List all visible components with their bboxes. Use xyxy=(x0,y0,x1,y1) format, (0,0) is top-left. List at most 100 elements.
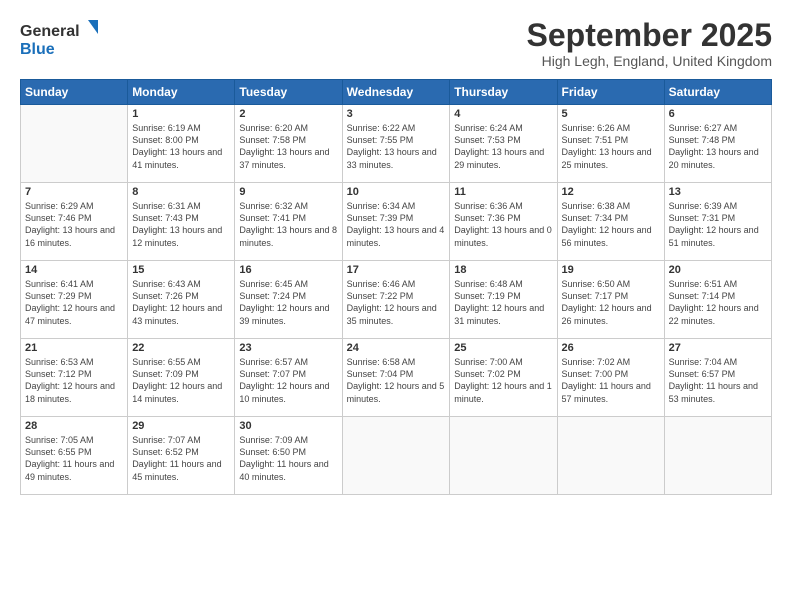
header: General Blue September 2025 High Legh, E… xyxy=(20,18,772,69)
cell-w2-d7: 13Sunrise: 6:39 AM Sunset: 7:31 PM Dayli… xyxy=(664,183,771,261)
day-info: Sunrise: 7:09 AM Sunset: 6:50 PM Dayligh… xyxy=(239,434,337,483)
day-number: 1 xyxy=(132,108,230,120)
week-row-3: 14Sunrise: 6:41 AM Sunset: 7:29 PM Dayli… xyxy=(21,261,772,339)
title-block: September 2025 High Legh, England, Unite… xyxy=(527,18,772,69)
day-number: 15 xyxy=(132,264,230,276)
cell-w1-d4: 3Sunrise: 6:22 AM Sunset: 7:55 PM Daylig… xyxy=(342,105,450,183)
calendar-table: Sunday Monday Tuesday Wednesday Thursday… xyxy=(20,79,772,495)
cell-w1-d7: 6 Sunrise: 6:27 AM Sunset: 7:48 PM Daylig… xyxy=(664,105,771,183)
cell-w3-d4: 17 Sunrise: 6:46 AM Sunset: 7:22 PM Dayli… xyxy=(342,261,450,339)
day-number: 22 xyxy=(132,342,230,354)
logo: General Blue xyxy=(20,18,100,58)
day-info: Sunrise: 6:55 AM Sunset: 7:09 PM Dayligh… xyxy=(132,356,230,405)
day-info: Sunrise: 6:31 AM Sunset: 7:43 PM Dayligh… xyxy=(132,200,230,249)
day-number: 6 xyxy=(669,108,767,120)
week-row-5: 28 Sunrise: 7:05 AM Sunset: 6:55 PM Dayli… xyxy=(21,417,772,495)
cell-w5-d6 xyxy=(557,417,664,495)
col-saturday: Saturday xyxy=(664,80,771,105)
day-info: Sunrise: 6:27 AM Sunset: 7:48 PM Dayligh… xyxy=(669,122,767,171)
day-info: Sunrise: 6:19 AM Sunset: 8:00 PM Dayligh… xyxy=(132,122,230,171)
day-info: Sunrise: 6:50 AM Sunset: 7:17 PM Dayligh… xyxy=(562,278,660,327)
day-info: Sunrise: 7:00 AM Sunset: 7:02 PM Dayligh… xyxy=(454,356,552,405)
day-number: 26 xyxy=(562,342,660,354)
col-thursday: Thursday xyxy=(450,80,557,105)
week-row-1: 1 Sunrise: 6:19 AM Sunset: 8:00 PM Daylig… xyxy=(21,105,772,183)
col-tuesday: Tuesday xyxy=(235,80,342,105)
cell-w3-d6: 19 Sunrise: 6:50 AM Sunset: 7:17 PM Dayli… xyxy=(557,261,664,339)
day-number: 5 xyxy=(562,108,660,120)
day-info: Sunrise: 7:02 AM Sunset: 7:00 PM Dayligh… xyxy=(562,356,660,405)
day-number: 16 xyxy=(239,264,337,276)
day-info: Sunrise: 6:34 AM Sunset: 7:39 PM Dayligh… xyxy=(347,200,446,249)
logo-svg: General Blue xyxy=(20,18,100,58)
cell-w3-d2: 15Sunrise: 6:43 AM Sunset: 7:26 PM Dayli… xyxy=(128,261,235,339)
cell-w2-d2: 8Sunrise: 6:31 AM Sunset: 7:43 PM Daylig… xyxy=(128,183,235,261)
day-number: 12 xyxy=(562,186,660,198)
day-number: 9 xyxy=(239,186,337,198)
day-number: 23 xyxy=(239,342,337,354)
day-number: 25 xyxy=(454,342,552,354)
day-info: Sunrise: 6:38 AM Sunset: 7:34 PM Dayligh… xyxy=(562,200,660,249)
cell-w1-d6: 5 Sunrise: 6:26 AM Sunset: 7:51 PM Daylig… xyxy=(557,105,664,183)
day-number: 29 xyxy=(132,420,230,432)
day-number: 17 xyxy=(347,264,446,276)
day-info: Sunrise: 7:05 AM Sunset: 6:55 PM Dayligh… xyxy=(25,434,123,483)
day-number: 7 xyxy=(25,186,123,198)
day-number: 30 xyxy=(239,420,337,432)
cell-w4-d2: 22 Sunrise: 6:55 AM Sunset: 7:09 PM Dayli… xyxy=(128,339,235,417)
week-row-2: 7 Sunrise: 6:29 AM Sunset: 7:46 PM Daylig… xyxy=(21,183,772,261)
cell-w5-d2: 29 Sunrise: 7:07 AM Sunset: 6:52 PM Dayli… xyxy=(128,417,235,495)
cell-w4-d4: 24 Sunrise: 6:58 AM Sunset: 7:04 PM Dayli… xyxy=(342,339,450,417)
day-number: 24 xyxy=(347,342,446,354)
calendar-page: General Blue September 2025 High Legh, E… xyxy=(0,0,792,612)
day-number: 27 xyxy=(669,342,767,354)
day-number: 3 xyxy=(347,108,446,120)
day-info: Sunrise: 6:29 AM Sunset: 7:46 PM Dayligh… xyxy=(25,200,123,249)
col-wednesday: Wednesday xyxy=(342,80,450,105)
day-number: 11 xyxy=(454,186,552,198)
cell-w1-d3: 2Sunrise: 6:20 AM Sunset: 7:58 PM Daylig… xyxy=(235,105,342,183)
day-info: Sunrise: 7:07 AM Sunset: 6:52 PM Dayligh… xyxy=(132,434,230,483)
cell-w1-d2: 1 Sunrise: 6:19 AM Sunset: 8:00 PM Daylig… xyxy=(128,105,235,183)
cell-w5-d4 xyxy=(342,417,450,495)
cell-w2-d1: 7 Sunrise: 6:29 AM Sunset: 7:46 PM Daylig… xyxy=(21,183,128,261)
day-info: Sunrise: 6:45 AM Sunset: 7:24 PM Dayligh… xyxy=(239,278,337,327)
day-info: Sunrise: 6:51 AM Sunset: 7:14 PM Dayligh… xyxy=(669,278,767,327)
day-number: 28 xyxy=(25,420,123,432)
col-monday: Monday xyxy=(128,80,235,105)
day-number: 18 xyxy=(454,264,552,276)
day-number: 21 xyxy=(25,342,123,354)
cell-w5-d1: 28 Sunrise: 7:05 AM Sunset: 6:55 PM Dayli… xyxy=(21,417,128,495)
cell-w1-d1 xyxy=(21,105,128,183)
cell-w2-d4: 10 Sunrise: 6:34 AM Sunset: 7:39 PM Dayli… xyxy=(342,183,450,261)
cell-w2-d5: 11 Sunrise: 6:36 AM Sunset: 7:36 PM Dayli… xyxy=(450,183,557,261)
cell-w4-d3: 23 Sunrise: 6:57 AM Sunset: 7:07 PM Dayli… xyxy=(235,339,342,417)
cell-w3-d1: 14Sunrise: 6:41 AM Sunset: 7:29 PM Dayli… xyxy=(21,261,128,339)
cell-w5-d3: 30 Sunrise: 7:09 AM Sunset: 6:50 PM Dayli… xyxy=(235,417,342,495)
cell-w4-d1: 21 Sunrise: 6:53 AM Sunset: 7:12 PM Dayli… xyxy=(21,339,128,417)
day-number: 10 xyxy=(347,186,446,198)
day-info: Sunrise: 7:04 AM Sunset: 6:57 PM Dayligh… xyxy=(669,356,767,405)
day-info: Sunrise: 6:39 AM Sunset: 7:31 PM Dayligh… xyxy=(669,200,767,249)
day-info: Sunrise: 6:53 AM Sunset: 7:12 PM Dayligh… xyxy=(25,356,123,405)
day-info: Sunrise: 6:46 AM Sunset: 7:22 PM Dayligh… xyxy=(347,278,446,327)
header-row: Sunday Monday Tuesday Wednesday Thursday… xyxy=(21,80,772,105)
cell-w4-d6: 26 Sunrise: 7:02 AM Sunset: 7:00 PM Dayli… xyxy=(557,339,664,417)
location: High Legh, England, United Kingdom xyxy=(527,53,772,69)
day-info: Sunrise: 6:32 AM Sunset: 7:41 PM Dayligh… xyxy=(239,200,337,249)
day-number: 19 xyxy=(562,264,660,276)
day-number: 2 xyxy=(239,108,337,120)
day-info: Sunrise: 6:41 AM Sunset: 7:29 PM Dayligh… xyxy=(25,278,123,327)
cell-w3-d5: 18 Sunrise: 6:48 AM Sunset: 7:19 PM Dayli… xyxy=(450,261,557,339)
day-info: Sunrise: 6:26 AM Sunset: 7:51 PM Dayligh… xyxy=(562,122,660,171)
cell-w2-d3: 9 Sunrise: 6:32 AM Sunset: 7:41 PM Daylig… xyxy=(235,183,342,261)
day-info: Sunrise: 6:58 AM Sunset: 7:04 PM Dayligh… xyxy=(347,356,446,405)
cell-w2-d6: 12 Sunrise: 6:38 AM Sunset: 7:34 PM Dayli… xyxy=(557,183,664,261)
cell-w3-d7: 20Sunrise: 6:51 AM Sunset: 7:14 PM Dayli… xyxy=(664,261,771,339)
day-info: Sunrise: 6:24 AM Sunset: 7:53 PM Dayligh… xyxy=(454,122,552,171)
calendar-body: 1 Sunrise: 6:19 AM Sunset: 8:00 PM Daylig… xyxy=(21,105,772,495)
svg-text:Blue: Blue xyxy=(20,41,55,58)
day-info: Sunrise: 6:48 AM Sunset: 7:19 PM Dayligh… xyxy=(454,278,552,327)
day-info: Sunrise: 6:36 AM Sunset: 7:36 PM Dayligh… xyxy=(454,200,552,249)
day-info: Sunrise: 6:57 AM Sunset: 7:07 PM Dayligh… xyxy=(239,356,337,405)
